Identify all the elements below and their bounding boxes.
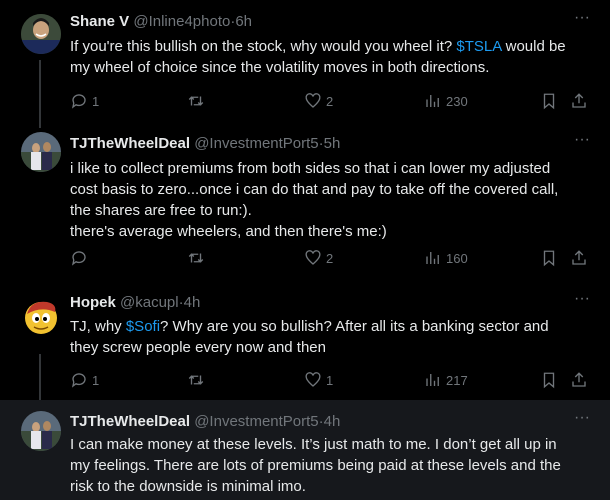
like-button[interactable]: 2 bbox=[304, 91, 333, 111]
bookmark-button[interactable] bbox=[540, 248, 558, 268]
display-name[interactable]: TJTheWheelDeal bbox=[70, 413, 190, 430]
more-options-icon[interactable]: ··· bbox=[572, 132, 592, 154]
share-icon bbox=[572, 372, 586, 387]
tweet-4[interactable]: TJTheWheelDeal @InvestmentPort5·4h ··· I… bbox=[0, 400, 610, 500]
reply-button[interactable] bbox=[70, 248, 92, 268]
bookmark-icon bbox=[543, 372, 555, 389]
like-count: 2 bbox=[326, 250, 334, 266]
timestamp[interactable]: 6h bbox=[235, 13, 252, 30]
tweet-text: If you're this bullish on the stock, why… bbox=[70, 38, 566, 76]
tweet-actions: 1 1 217 bbox=[70, 370, 600, 390]
share-button[interactable] bbox=[570, 248, 588, 268]
tweet-actions: 1 2 230 bbox=[70, 91, 600, 111]
user-handle[interactable]: @kacupl bbox=[120, 294, 179, 311]
display-name[interactable]: TJTheWheelDeal bbox=[70, 135, 190, 152]
more-options-icon[interactable]: ··· bbox=[572, 10, 592, 32]
reply-icon bbox=[71, 251, 86, 266]
views-button[interactable]: 160 bbox=[424, 248, 468, 268]
avatar[interactable] bbox=[21, 296, 61, 336]
reply-button[interactable]: 1 bbox=[70, 91, 99, 111]
tweet-header: Hopek @kacupl·4h bbox=[70, 293, 570, 313]
tweet-text: I can make money at these levels. It’s j… bbox=[70, 436, 561, 495]
share-button[interactable] bbox=[570, 91, 588, 111]
tweet-header: TJTheWheelDeal @InvestmentPort5·5h bbox=[70, 134, 570, 154]
views-button[interactable]: 230 bbox=[424, 91, 468, 111]
display-name[interactable]: Hopek bbox=[70, 294, 116, 311]
user-handle[interactable]: @InvestmentPort5 bbox=[194, 413, 318, 430]
share-icon bbox=[572, 93, 586, 108]
tweet-text: TJ, why $Sofi? Why are you so bullish? A… bbox=[70, 318, 549, 356]
user-handle[interactable]: @Inline4photo bbox=[133, 13, 230, 30]
views-icon bbox=[426, 252, 439, 264]
tweet-3[interactable]: Hopek @kacupl·4h ··· TJ, why $Sofi? Why … bbox=[0, 284, 610, 400]
view-count: 160 bbox=[446, 250, 468, 266]
heart-icon bbox=[305, 250, 321, 265]
cashtag-link[interactable]: $Sofi bbox=[126, 318, 160, 335]
view-count: 217 bbox=[446, 372, 468, 388]
reply-count: 1 bbox=[92, 372, 100, 388]
tweet-header: Shane V @Inline4photo·6h bbox=[70, 12, 570, 32]
share-button[interactable] bbox=[570, 370, 588, 390]
cashtag-link[interactable]: $TSLA bbox=[456, 38, 501, 55]
retweet-icon bbox=[188, 253, 204, 263]
retweet-button[interactable] bbox=[187, 248, 209, 268]
like-count: 1 bbox=[326, 372, 334, 388]
display-name[interactable]: Shane V bbox=[70, 13, 129, 30]
retweet-icon bbox=[188, 96, 204, 106]
reply-icon bbox=[71, 94, 86, 109]
heart-icon bbox=[305, 372, 321, 387]
view-count: 230 bbox=[446, 93, 468, 109]
heart-icon bbox=[305, 93, 321, 108]
like-button[interactable]: 2 bbox=[304, 248, 333, 268]
timestamp[interactable]: 5h bbox=[324, 135, 341, 152]
reply-icon bbox=[71, 373, 86, 388]
retweet-icon bbox=[188, 375, 204, 385]
like-count: 2 bbox=[326, 93, 334, 109]
tweet-2[interactable]: TJTheWheelDeal @InvestmentPort5·5h ··· i… bbox=[0, 124, 610, 284]
more-options-icon[interactable]: ··· bbox=[572, 291, 592, 313]
tweet-text: i like to collect premiums from both sid… bbox=[70, 160, 559, 240]
views-icon bbox=[426, 95, 439, 107]
bookmark-button[interactable] bbox=[540, 91, 558, 111]
bookmark-icon bbox=[543, 250, 555, 267]
bookmark-button[interactable] bbox=[540, 370, 558, 390]
share-icon bbox=[572, 250, 586, 265]
user-handle[interactable]: @InvestmentPort5 bbox=[194, 135, 318, 152]
like-button[interactable]: 1 bbox=[304, 370, 333, 390]
avatar[interactable] bbox=[21, 14, 61, 54]
reply-count: 1 bbox=[92, 93, 100, 109]
tweet-actions: 2 160 bbox=[70, 248, 600, 268]
tweet-header: TJTheWheelDeal @InvestmentPort5·4h bbox=[70, 412, 570, 432]
retweet-button[interactable] bbox=[187, 91, 209, 111]
avatar[interactable] bbox=[21, 411, 61, 451]
reply-button[interactable]: 1 bbox=[70, 370, 99, 390]
bookmark-icon bbox=[543, 93, 555, 110]
views-button[interactable]: 217 bbox=[424, 370, 468, 390]
retweet-button[interactable] bbox=[187, 370, 209, 390]
tweet-1[interactable]: Shane V @Inline4photo·6h ··· If you're t… bbox=[0, 0, 610, 124]
timestamp[interactable]: 4h bbox=[184, 294, 201, 311]
views-icon bbox=[426, 374, 439, 386]
timestamp[interactable]: 4h bbox=[324, 413, 341, 430]
avatar[interactable] bbox=[21, 132, 61, 172]
more-options-icon[interactable]: ··· bbox=[572, 410, 592, 432]
